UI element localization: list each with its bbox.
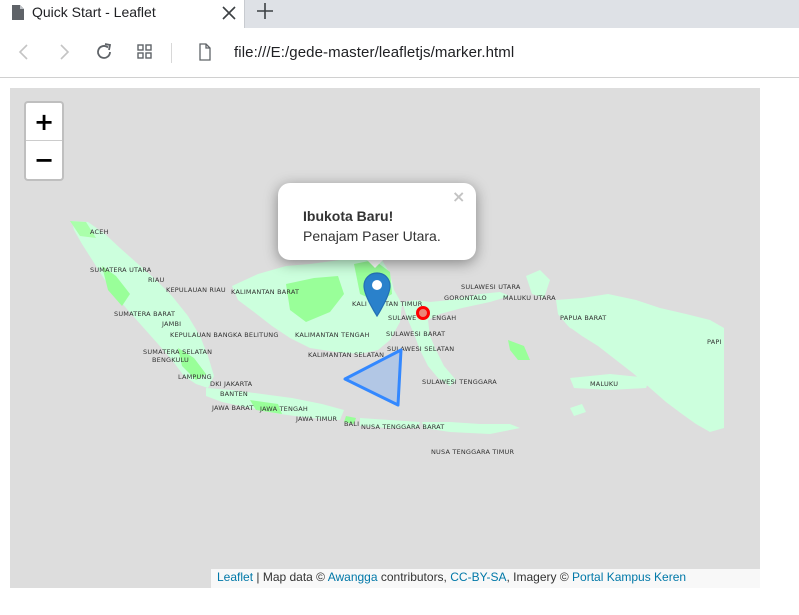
file-icon: [12, 5, 24, 20]
attribution-text: , Imagery ©: [506, 570, 573, 584]
map-label: JAMBI: [162, 320, 182, 328]
map-label: JAWA BARAT: [212, 404, 254, 412]
map-label: JAWA TENGAH: [260, 405, 308, 413]
map-label: MALUKU: [590, 380, 619, 388]
map-label: RIAU: [148, 276, 165, 284]
map-label: SULAWESI TENGGARA: [422, 378, 497, 386]
page-icon[interactable]: [195, 42, 215, 62]
tab-title: Quick Start - Leaflet: [32, 4, 156, 20]
map-label: ACEH: [90, 228, 109, 236]
attribution-text: contributors,: [377, 570, 451, 584]
map-label: SULAWESI SELATAN: [387, 345, 455, 353]
reload-icon[interactable]: [94, 42, 114, 62]
map-label: SULAWE: [388, 314, 417, 322]
browser-toolbar: file:///E:/gede-master/leafletjs/marker.…: [0, 28, 799, 78]
map-label: GORONTALO: [444, 294, 487, 302]
popup-close-button[interactable]: ×: [452, 187, 465, 206]
back-icon[interactable]: [14, 42, 34, 62]
toolbar-separator: [171, 43, 172, 63]
map-label: JAWA TIMUR: [296, 415, 338, 423]
license-link[interactable]: CC-BY-SA: [450, 570, 506, 584]
close-icon[interactable]: [219, 3, 239, 23]
map-label: PAPUA BARAT: [560, 314, 607, 322]
map-label: KEPULAUAN RIAU: [166, 286, 226, 294]
map-label: ENGAH: [432, 314, 457, 322]
map-label: KALIMANTAN SELATAN: [308, 351, 385, 359]
map-label: DKI JAKARTA: [210, 380, 253, 388]
map-label: SUMATERA SELATAN: [143, 348, 213, 356]
map-popup: × Ibukota Baru! Penajam Paser Utara.: [278, 183, 476, 260]
map-label: SULAWESI BARAT: [386, 330, 446, 338]
map-label: NUSA TENGGARA BARAT: [361, 423, 445, 431]
map-marker-icon[interactable]: [363, 272, 391, 318]
map-label: SUMATERA BARAT: [114, 310, 176, 318]
map-label: MALUKU UTARA: [503, 294, 556, 302]
attribution-text: | Map data ©: [253, 570, 328, 584]
tab-strip: Quick Start - Leaflet: [0, 0, 799, 28]
map-label: BENGKULU: [152, 356, 189, 364]
map-attribution: Leaflet | Map data © Awangga contributor…: [211, 569, 760, 588]
zoom-control: + −: [24, 101, 64, 181]
apps-icon[interactable]: [135, 42, 155, 62]
map-label: KEPULAUAN BANGKA BELITUNG: [170, 331, 279, 339]
map-label: KALIMANTAN BARAT: [231, 288, 300, 296]
plus-icon[interactable]: [254, 0, 276, 22]
zoom-in-button[interactable]: +: [26, 103, 62, 141]
leaflet-link[interactable]: Leaflet: [217, 570, 253, 584]
map-label: BANTEN: [220, 390, 248, 398]
map-label: NUSA TENGGARA TIMUR: [431, 448, 515, 456]
map-label: SULAWESI UTARA: [461, 283, 521, 291]
map-label: SUMATERA UTARA: [90, 266, 152, 274]
address-bar[interactable]: file:///E:/gede-master/leafletjs/marker.…: [234, 44, 514, 61]
zoom-out-button[interactable]: −: [26, 141, 62, 179]
portal-link[interactable]: Portal Kampus Keren: [572, 570, 686, 584]
popup-title: Ibukota Baru!: [303, 208, 394, 224]
popup-body: Penajam Paser Utara.: [303, 228, 441, 244]
map-label: PAPI: [707, 338, 722, 346]
awangga-link[interactable]: Awangga: [328, 570, 378, 584]
map-container[interactable]: ACEH SUMATERA UTARA RIAU KEPULAUAN RIAU …: [10, 88, 760, 588]
map-label: BALI: [344, 420, 360, 428]
maluku-island: [570, 404, 586, 416]
map-label: LAMPUNG: [178, 373, 212, 381]
map-label: KALIMANTAN TENGAH: [295, 331, 370, 339]
map-tiles: [70, 221, 724, 434]
forward-icon[interactable]: [54, 42, 74, 62]
browser-tab[interactable]: Quick Start - Leaflet: [0, 0, 245, 28]
buton-shape: [508, 340, 530, 360]
